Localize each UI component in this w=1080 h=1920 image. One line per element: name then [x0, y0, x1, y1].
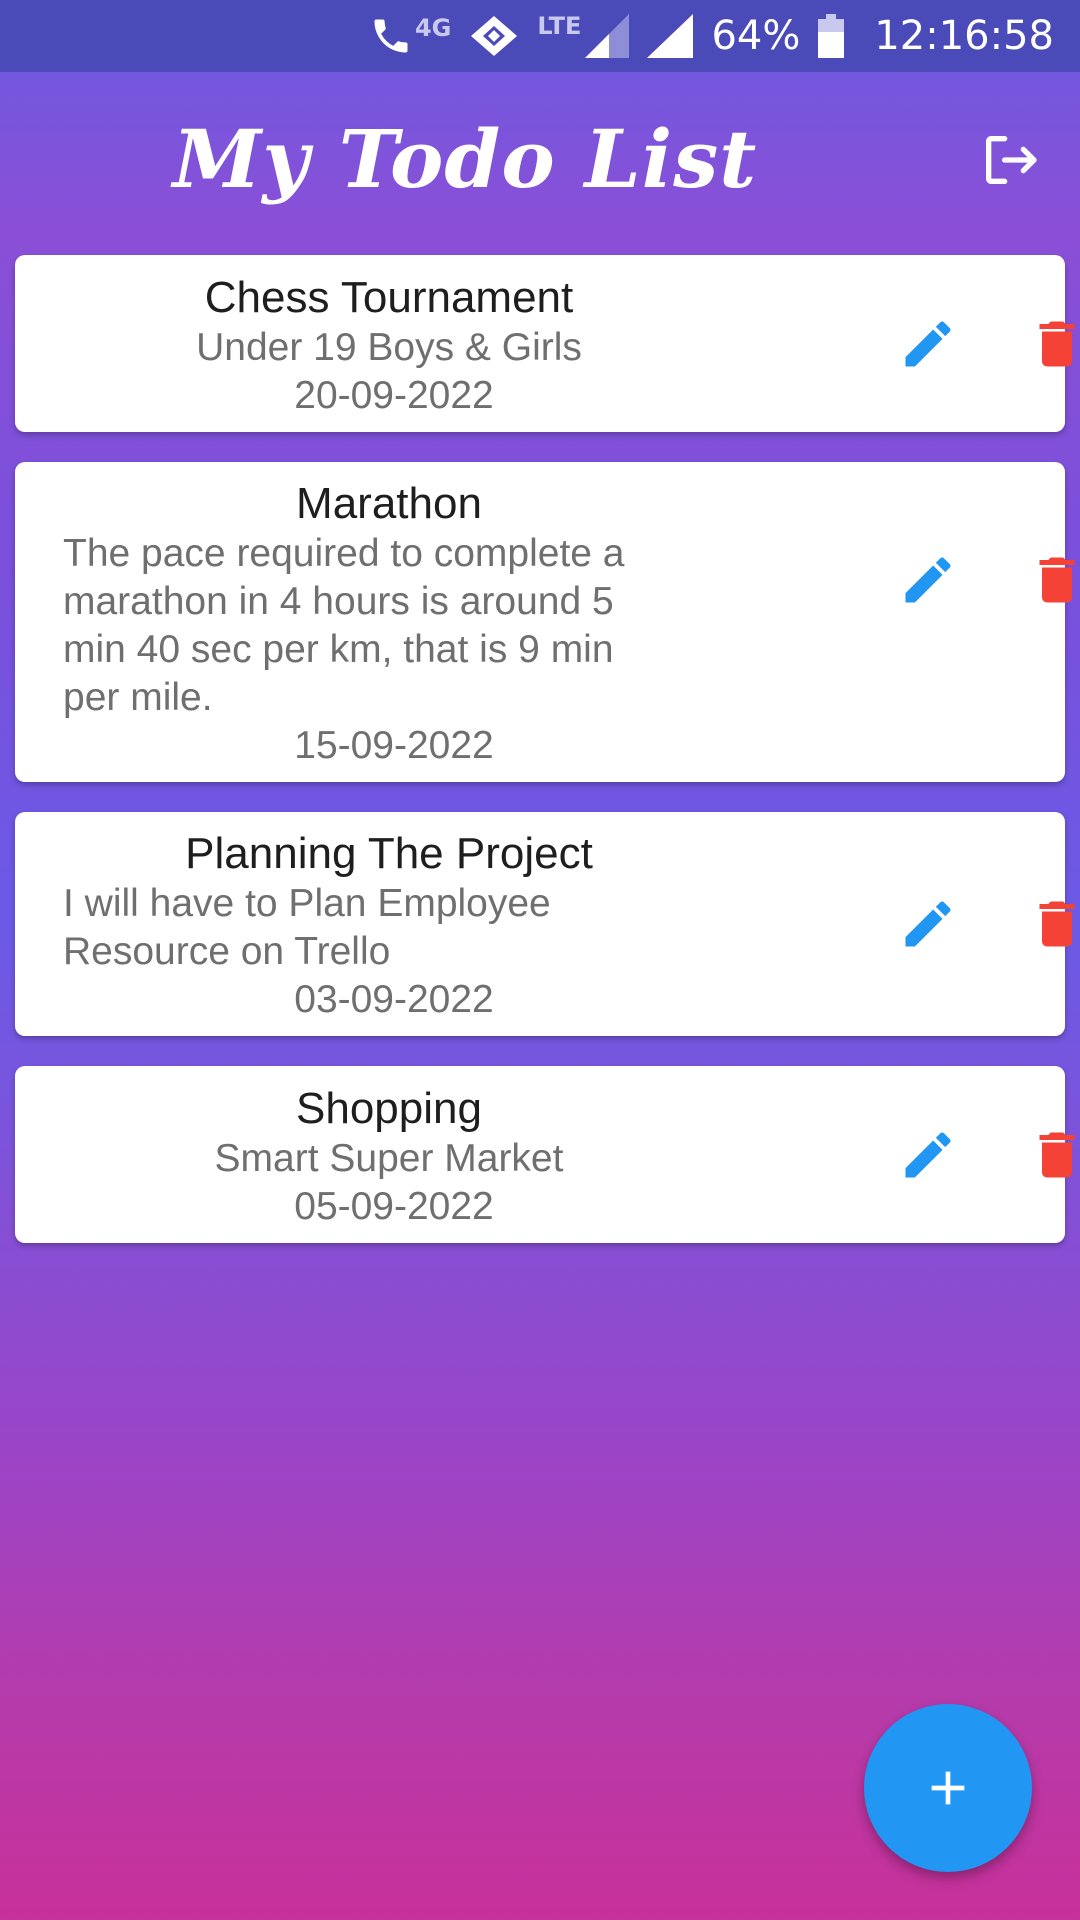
- data-arrows-icon: [469, 14, 519, 58]
- delete-button[interactable]: [1027, 550, 1080, 610]
- todo-list: Chess Tournament Under 19 Boys & Girls 2…: [15, 255, 1075, 1273]
- pencil-icon: [905, 320, 951, 366]
- pencil-icon: [905, 1131, 951, 1177]
- todo-title: Shopping: [296, 1083, 482, 1133]
- status-bar: 4G LTE 64% 12:16:58: [0, 0, 1080, 72]
- lte-label: LTE: [537, 12, 582, 40]
- todo-title: Chess Tournament: [204, 272, 574, 322]
- todo-content: Marathon The pace required to complete a…: [15, 464, 715, 780]
- trash-icon: [1039, 901, 1075, 947]
- delete-button[interactable]: [1027, 314, 1080, 374]
- todo-content: Planning The Project I will have to Plan…: [15, 814, 715, 1034]
- todo-card: Planning The Project I will have to Plan…: [15, 812, 1075, 1036]
- trash-icon: [1039, 557, 1075, 603]
- trash-icon: [1039, 1132, 1075, 1177]
- todo-description: I will have to Plan Employee Resource on…: [63, 882, 551, 973]
- todo-description: The pace required to complete a marathon…: [63, 532, 625, 719]
- logout-icon: [986, 136, 1037, 184]
- todo-actions: [745, 1066, 1075, 1243]
- network-type: 4G: [414, 14, 452, 42]
- call-icon: [369, 14, 413, 58]
- todo-content: Chess Tournament Under 19 Boys & Girls 2…: [15, 258, 715, 430]
- signal-icon-2: [647, 14, 694, 58]
- todo-card: Shopping Smart Super Market 05-09-2022: [15, 1066, 1075, 1243]
- pencil-icon: [905, 557, 951, 603]
- edit-button[interactable]: [898, 550, 958, 610]
- todo-actions: [745, 462, 1075, 782]
- app-header: My Todo List: [0, 72, 1080, 242]
- logout-button[interactable]: [978, 128, 1042, 192]
- todo-title: Marathon: [296, 479, 482, 528]
- todo-card: Marathon The pace required to complete a…: [15, 462, 1075, 782]
- todo-date: 20-09-2022: [294, 373, 494, 417]
- todo-actions: [745, 255, 1075, 432]
- todo-actions: [745, 812, 1075, 1036]
- trash-icon: [1039, 321, 1075, 366]
- battery-percent: 64%: [711, 13, 801, 59]
- todo-card: Chess Tournament Under 19 Boys & Girls 2…: [15, 255, 1075, 432]
- todo-description: Under 19 Boys & Girls: [196, 325, 582, 369]
- delete-button[interactable]: [1027, 1125, 1080, 1185]
- delete-button[interactable]: [1027, 894, 1080, 954]
- todo-title: Planning The Project: [185, 829, 593, 878]
- clock: 12:16:58: [874, 13, 1054, 59]
- todo-content: Shopping Smart Super Market 05-09-2022: [15, 1069, 715, 1241]
- battery-icon: [818, 14, 845, 58]
- signal-icon-1: [585, 14, 630, 58]
- edit-button[interactable]: [898, 314, 958, 374]
- todo-date: 15-09-2022: [294, 724, 494, 767]
- todo-date: 05-09-2022: [294, 1184, 494, 1228]
- todo-description: Smart Super Market: [214, 1136, 564, 1180]
- add-todo-button[interactable]: [864, 1704, 1032, 1872]
- pencil-icon: [905, 901, 951, 947]
- app-title: My Todo List: [172, 112, 758, 206]
- plus-icon: [931, 1771, 965, 1805]
- todo-date: 03-09-2022: [294, 978, 494, 1021]
- edit-button[interactable]: [898, 894, 958, 954]
- edit-button[interactable]: [898, 1125, 958, 1185]
